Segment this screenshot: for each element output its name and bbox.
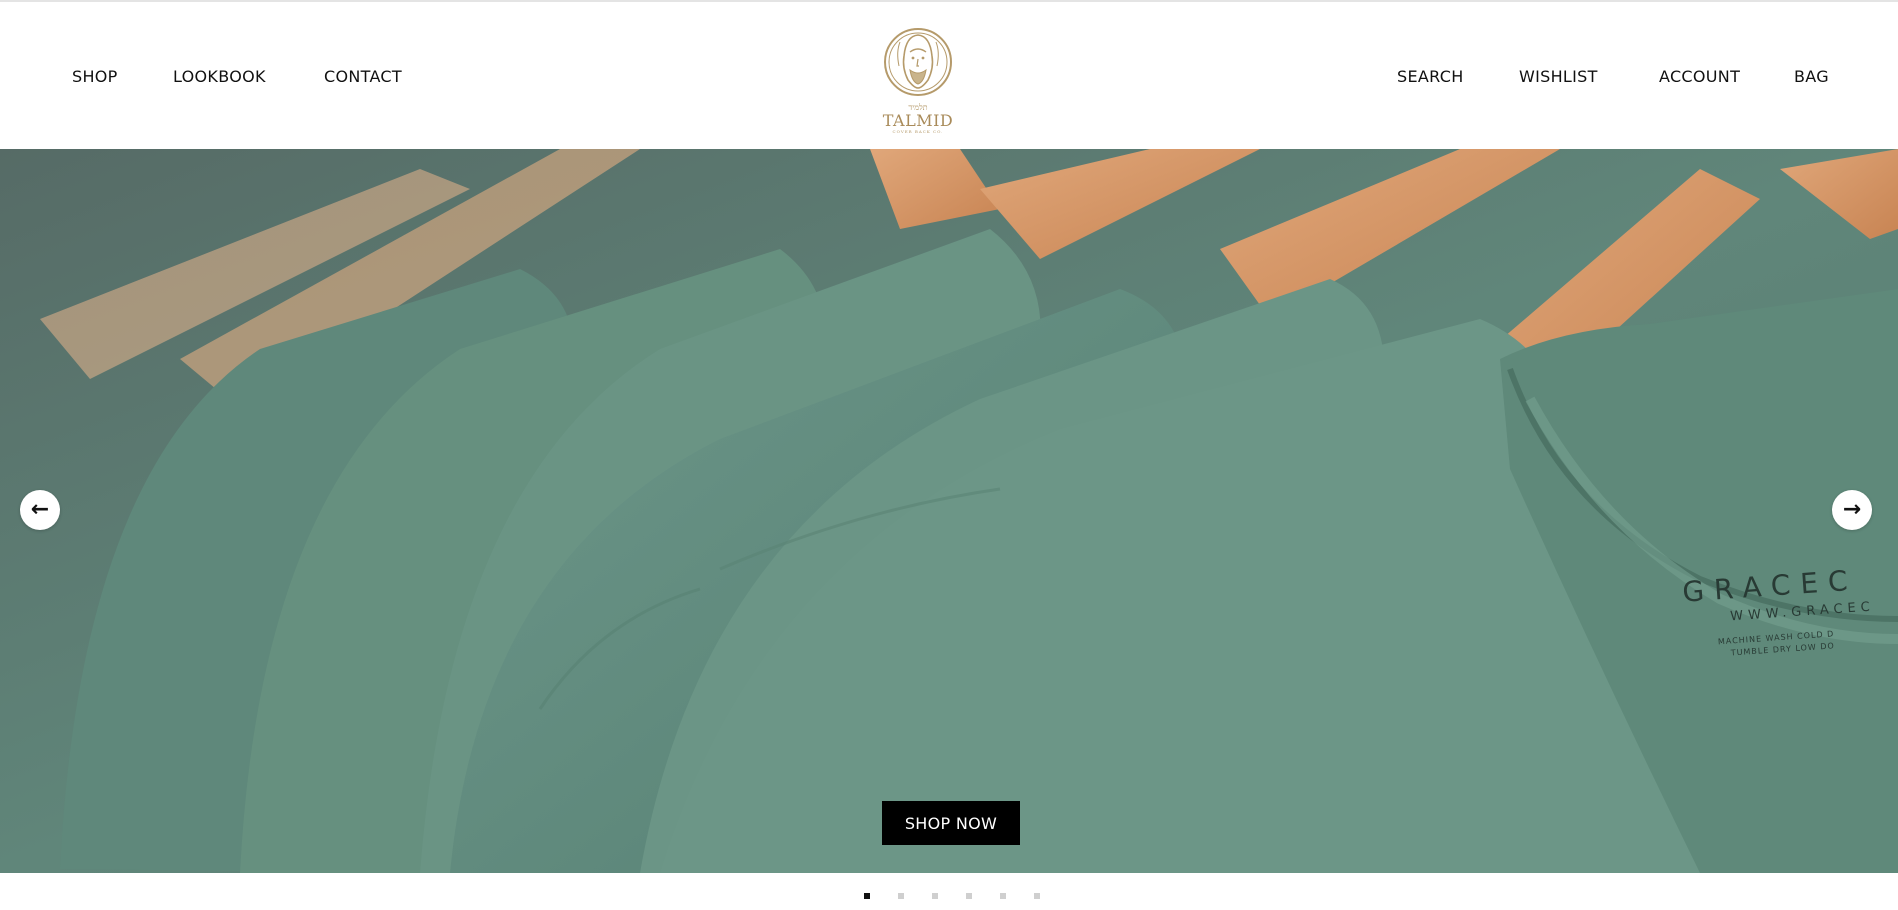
shirt-neck-label: GRACEC WWW.GRACEC MACHINE WASH COLD D TU…: [1681, 562, 1877, 660]
nav-lookbook-link[interactable]: LOOKBOOK: [173, 67, 266, 86]
site-header: SHOP LOOKBOOK CONTACT תלמיד TALMID COVER…: [0, 2, 1898, 149]
nav-wishlist-link[interactable]: WISHLIST: [1519, 67, 1598, 86]
carousel-next-button[interactable]: →: [1832, 490, 1872, 530]
carousel-dot[interactable]: [932, 893, 938, 899]
carousel-dot[interactable]: [1034, 893, 1040, 899]
nav-bag-link[interactable]: BAG: [1794, 67, 1829, 86]
hero-image-tshirts-on-hangers: [0, 149, 1898, 873]
hero-carousel: GRACEC WWW.GRACEC MACHINE WASH COLD D TU…: [0, 149, 1898, 873]
logo-name-text: TALMID: [882, 111, 954, 130]
arrow-right-icon: →: [1842, 497, 1862, 522]
carousel-dot[interactable]: [966, 893, 972, 899]
carousel-dot[interactable]: [864, 893, 870, 899]
nav-contact-link[interactable]: CONTACT: [324, 67, 402, 86]
carousel-dot[interactable]: [1000, 893, 1006, 899]
carousel-prev-button[interactable]: ←: [20, 490, 60, 530]
brand-logo[interactable]: תלמיד TALMID COVER BACK CO.: [870, 22, 966, 134]
nav-search-link[interactable]: SEARCH: [1397, 67, 1464, 86]
logo-emblem-icon: [884, 28, 952, 96]
shop-now-button[interactable]: SHOP NOW: [882, 801, 1020, 845]
carousel-pagination: [0, 893, 1898, 901]
nav-shop-link[interactable]: SHOP: [72, 67, 118, 86]
nav-account-link[interactable]: ACCOUNT: [1659, 67, 1740, 86]
arrow-left-icon: ←: [30, 497, 50, 522]
carousel-dot[interactable]: [898, 893, 904, 899]
